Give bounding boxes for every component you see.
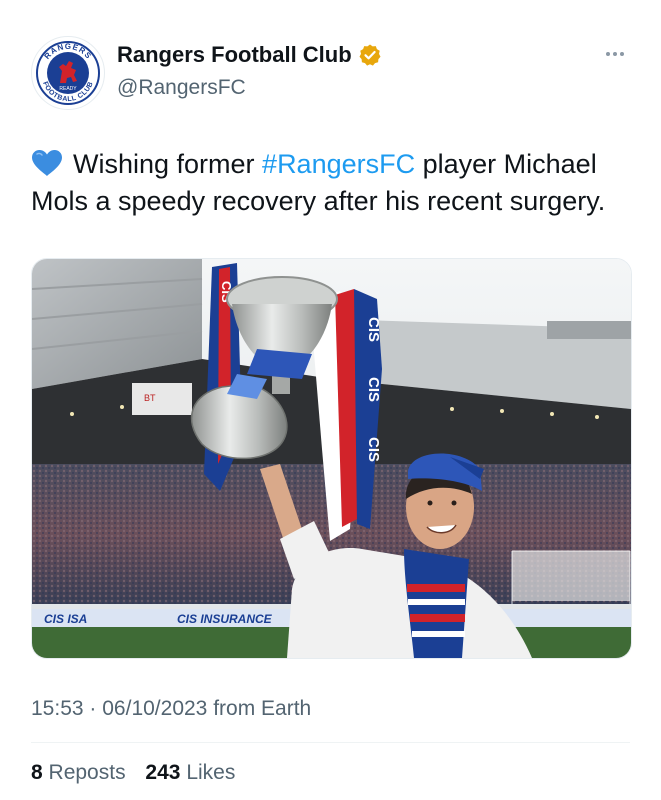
ad-board-left: CIS ISA xyxy=(44,612,87,626)
more-options-icon[interactable] xyxy=(600,44,630,64)
photo-scene: BT CIS ISA CIS INSURANCE CIS CIS CIS CIS xyxy=(32,259,631,658)
reposts-label: Reposts xyxy=(48,761,126,784)
scarf-text-2: CIS xyxy=(365,377,382,402)
tweet-text: Wishing former #RangersFC player Michael… xyxy=(31,146,641,220)
tweet-stats: 8 Reposts 243 Likes xyxy=(31,761,249,785)
avatar[interactable]: RANGERS FOOTBALL CLUB READY xyxy=(31,36,105,110)
tweet-text-before: Wishing former xyxy=(73,149,263,179)
divider xyxy=(31,742,630,743)
blue-heart-icon xyxy=(31,149,63,177)
avatar-motto: READY xyxy=(59,86,77,92)
display-name[interactable]: Rangers Football Club xyxy=(117,42,352,68)
author-name-row[interactable]: Rangers Football Club xyxy=(117,42,382,68)
tweet-source: from Earth xyxy=(213,697,312,720)
verified-badge-icon xyxy=(358,43,382,67)
tweet: RANGERS FOOTBALL CLUB READY Rangers Foot… xyxy=(0,0,661,800)
tweet-time[interactable]: 15:53 xyxy=(31,697,84,720)
meta-separator: · xyxy=(89,697,97,720)
stand-sign: BT xyxy=(144,393,156,403)
rangers-crest-icon: RANGERS FOOTBALL CLUB READY xyxy=(34,39,102,107)
scarf-text-1: CIS xyxy=(365,317,382,342)
hashtag-link[interactable]: #RangersFC xyxy=(262,149,415,179)
likes-label: Likes xyxy=(186,761,236,784)
tweet-date[interactable]: 06/10/2023 xyxy=(102,697,207,720)
ad-board-right: CIS INSURANCE xyxy=(177,612,273,626)
reposts-count: 8 xyxy=(31,761,43,784)
scarf-text-3: CIS xyxy=(365,437,382,462)
tweet-timestamp[interactable]: 15:53 · 06/10/2023 from Earth xyxy=(31,697,311,721)
tweet-photo[interactable]: BT CIS ISA CIS INSURANCE CIS CIS CIS CIS xyxy=(31,258,632,659)
likes-stat[interactable]: 243 Likes xyxy=(145,761,235,784)
reposts-stat[interactable]: 8 Reposts xyxy=(31,761,126,784)
author-handle[interactable]: @RangersFC xyxy=(117,76,246,100)
likes-count: 243 xyxy=(145,761,181,784)
